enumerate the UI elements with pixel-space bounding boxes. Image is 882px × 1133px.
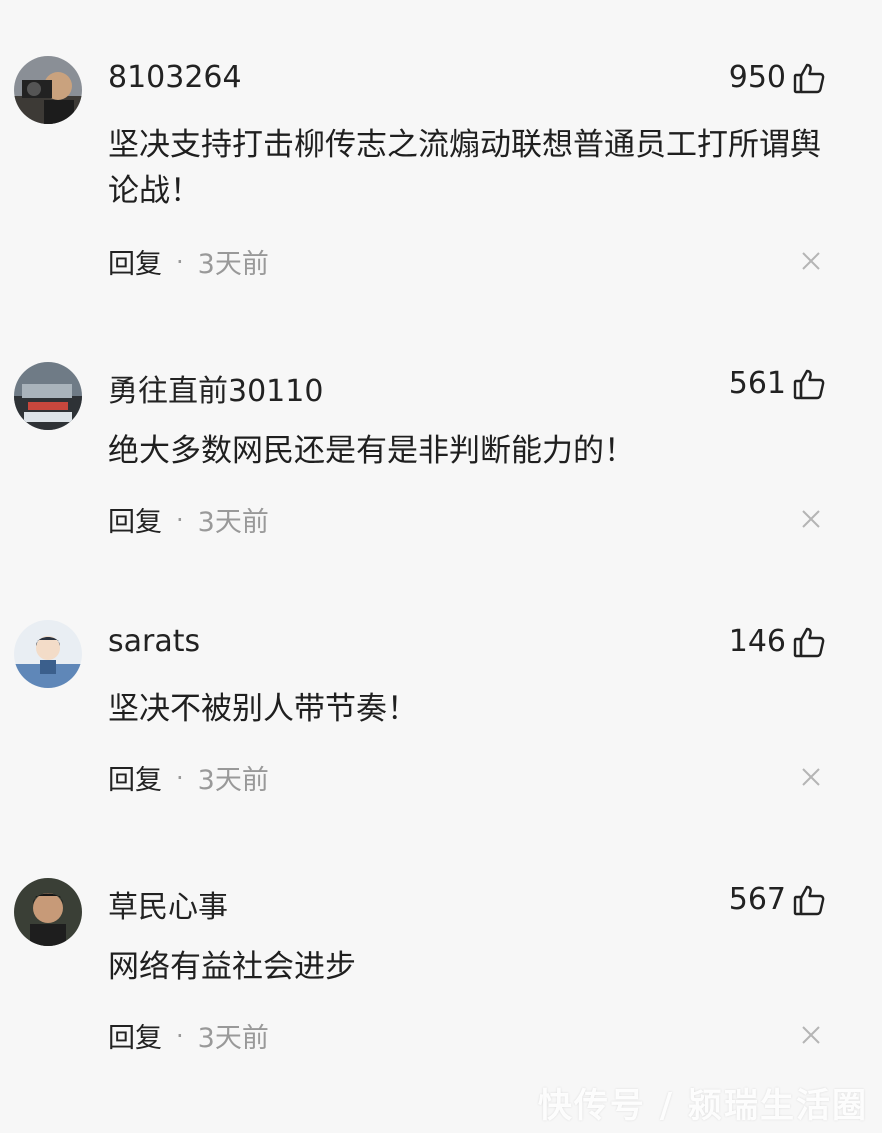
username[interactable]: 8103264: [108, 60, 242, 95]
close-icon[interactable]: [800, 766, 822, 788]
thumbs-up-icon[interactable]: [792, 883, 826, 917]
like-button[interactable]: 950: [729, 60, 826, 95]
username[interactable]: 勇往直前30110: [108, 366, 323, 410]
separator: ·: [176, 1021, 184, 1050]
username[interactable]: 草民心事: [108, 882, 228, 926]
timestamp: 3天前: [197, 507, 269, 538]
like-count: 146: [728, 624, 786, 659]
comment-text: 网络有益社会进步: [108, 949, 356, 985]
comment-meta: 回复 · 3天前: [108, 1016, 269, 1055]
reply-button[interactable]: 回复: [108, 500, 162, 539]
thumbs-up-icon[interactable]: [792, 61, 826, 95]
like-count: 950: [728, 60, 786, 95]
avatar[interactable]: [14, 620, 82, 688]
comment-text: 坚决不被别人带节奏！: [108, 691, 418, 727]
thumbs-up-icon[interactable]: [792, 367, 826, 401]
timestamp: 3天前: [197, 765, 269, 796]
like-button[interactable]: 146: [729, 624, 826, 659]
close-icon[interactable]: [800, 250, 822, 272]
close-icon[interactable]: [800, 1024, 822, 1046]
username[interactable]: sarats: [108, 624, 200, 659]
avatar[interactable]: [14, 56, 82, 124]
timestamp: 3天前: [197, 249, 269, 280]
comment-text: 坚决支持打击柳传志之流煽动联想普通员工打所谓舆论战！: [108, 127, 821, 209]
watermark: 快传号 / 颍瑞生活圈: [537, 1086, 868, 1126]
comment-meta: 回复 · 3天前: [108, 242, 269, 281]
like-count: 567: [728, 882, 786, 917]
comment-text: 绝大多数网民还是有是非判断能力的！: [108, 433, 635, 469]
reply-button[interactable]: 回复: [108, 242, 162, 281]
avatar[interactable]: [14, 878, 82, 946]
like-button[interactable]: 561: [729, 366, 826, 401]
comment-meta: 回复 · 3天前: [108, 500, 269, 539]
separator: ·: [176, 763, 184, 792]
thumbs-up-icon[interactable]: [792, 625, 826, 659]
like-count: 561: [728, 366, 786, 401]
close-icon[interactable]: [800, 508, 822, 530]
timestamp: 3天前: [197, 1023, 269, 1054]
like-button[interactable]: 567: [729, 882, 826, 917]
separator: ·: [176, 505, 184, 534]
reply-button[interactable]: 回复: [108, 758, 162, 797]
avatar[interactable]: [14, 362, 82, 430]
comment-meta: 回复 · 3天前: [108, 758, 269, 797]
separator: ·: [176, 247, 184, 276]
reply-button[interactable]: 回复: [108, 1016, 162, 1055]
